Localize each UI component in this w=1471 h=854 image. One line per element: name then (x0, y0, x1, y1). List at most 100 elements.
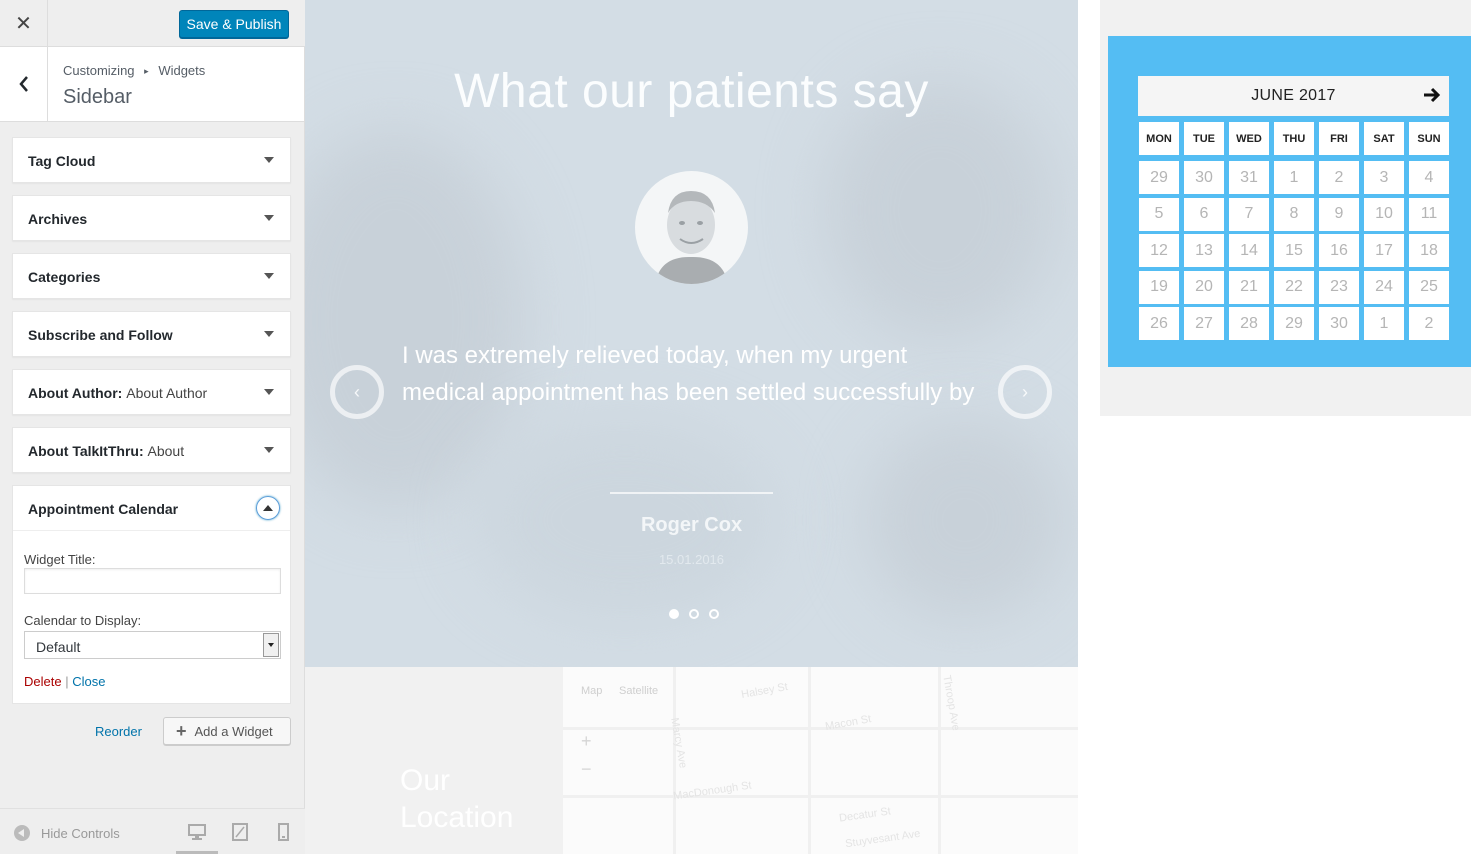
widget-title-label: Widget Title: (24, 552, 96, 567)
expand-arrow-icon[interactable] (264, 215, 274, 221)
slider-dot[interactable] (689, 609, 699, 619)
chevron-down-icon (263, 633, 279, 657)
calendar-day[interactable]: 1 (1274, 161, 1314, 194)
widget-title: Appointment Calendar (28, 501, 179, 517)
location-panel: Our Location (305, 667, 563, 854)
calendar-day[interactable]: 2 (1409, 307, 1449, 341)
testimonials-title: What our patients say (454, 65, 929, 118)
widget-header[interactable]: Appointment Calendar (13, 486, 290, 531)
calendar-day[interactable]: 7 (1229, 197, 1269, 231)
back-button[interactable] (0, 47, 48, 121)
calendar-display-select[interactable]: Default (24, 631, 281, 659)
testimonial-quote: I was extremely relieved today, when my … (402, 342, 975, 406)
zoom-out-button[interactable]: − (581, 759, 592, 780)
calendar-weekday: TUE (1184, 122, 1224, 155)
calendar-day[interactable]: 28 (1229, 307, 1269, 341)
add-widget-button[interactable]: + Add a Widget (163, 717, 291, 745)
expand-arrow-icon[interactable] (264, 157, 274, 163)
slider-next-button[interactable]: › (998, 365, 1052, 419)
widget-tag-cloud[interactable]: Tag Cloud (12, 137, 291, 183)
map-street-label: Marcy Ave (668, 716, 689, 770)
calendar-day[interactable]: 22 (1274, 270, 1314, 304)
calendar-day[interactable]: 10 (1364, 197, 1404, 231)
calendar-day[interactable]: 27 (1184, 307, 1224, 341)
widget-subscribe-follow[interactable]: Subscribe and Follow (12, 311, 291, 357)
desktop-preview-icon[interactable] (188, 823, 206, 841)
calendar-day[interactable]: 2 (1319, 161, 1359, 194)
calendar-day[interactable]: 20 (1184, 270, 1224, 304)
calendar-day[interactable]: 31 (1229, 161, 1269, 194)
map-road (563, 795, 1078, 798)
calendar-day[interactable]: 6 (1184, 197, 1224, 231)
slider-dot[interactable] (669, 609, 679, 619)
calendar-day[interactable]: 3 (1364, 161, 1404, 194)
expand-arrow-icon[interactable] (264, 447, 274, 453)
arrow-right-icon[interactable] (1423, 85, 1441, 105)
calendar-month-title: JUNE 2017 (1251, 87, 1336, 104)
calendar-day[interactable]: 1 (1364, 307, 1404, 341)
widget-title-input[interactable] (24, 568, 281, 594)
zoom-in-button[interactable]: + (581, 731, 592, 752)
calendar-day[interactable]: 17 (1364, 234, 1404, 268)
calendar-day[interactable]: 4 (1409, 161, 1449, 194)
calendar-day[interactable]: 29 (1274, 307, 1314, 341)
reorder-link[interactable]: Reorder (95, 724, 142, 739)
calendar-day[interactable]: 30 (1184, 161, 1224, 194)
map-view-tab[interactable]: Map (581, 685, 602, 697)
collapse-widget-toggle[interactable] (256, 496, 280, 520)
calendar-weekday: THU (1274, 122, 1314, 155)
widget-title-text: About TalkItThru: (28, 443, 144, 459)
breadcrumb-parent: Customizing (63, 63, 135, 78)
breadcrumb-separator-icon: ▸ (144, 66, 149, 76)
save-publish-button[interactable]: Save & Publish (179, 10, 289, 38)
calendar-day[interactable]: 5 (1139, 197, 1179, 231)
calendar-day[interactable]: 19 (1139, 270, 1179, 304)
expand-arrow-icon[interactable] (264, 389, 274, 395)
avatar-image (655, 191, 728, 284)
widget-archives[interactable]: Archives (12, 195, 291, 241)
close-customizer-button[interactable]: ✕ (0, 0, 48, 46)
map-street-label: Stuyvesant Ave (844, 827, 922, 851)
satellite-view-tab[interactable]: Satellite (619, 685, 658, 697)
widget-categories[interactable]: Categories (12, 253, 291, 299)
calendar-day[interactable]: 9 (1319, 197, 1359, 231)
widget-title-text: Archives (28, 211, 88, 227)
location-map[interactable]: Halsey St Macon St MacDonough St Throop … (563, 667, 1078, 854)
close-widget-link[interactable]: Close (72, 674, 105, 689)
calendar-weekday: MON (1139, 122, 1179, 155)
slider-dot[interactable] (709, 609, 719, 619)
hide-controls-button[interactable]: Hide Controls (14, 825, 120, 841)
calendar-day[interactable]: 18 (1409, 234, 1449, 268)
calendar-day[interactable]: 29 (1139, 161, 1179, 194)
calendar-day[interactable]: 15 (1274, 234, 1314, 268)
calendar-day[interactable]: 8 (1274, 197, 1314, 231)
calendar-day[interactable]: 13 (1184, 234, 1224, 268)
widget-about-author[interactable]: About Author: About Author (12, 369, 291, 415)
calendar-weekday: SAT (1364, 122, 1404, 155)
widget-instance-text: About Author (126, 385, 208, 401)
chevron-left-icon (18, 76, 28, 92)
mobile-preview-icon[interactable] (274, 823, 292, 841)
widget-about-talkitthru[interactable]: About TalkItThru: About (12, 427, 291, 473)
widget-appointment-calendar: Appointment Calendar Widget Title: Calen… (12, 485, 291, 704)
expand-arrow-icon[interactable] (264, 273, 274, 279)
slider-prev-button[interactable]: ‹ (330, 365, 384, 419)
calendar-day[interactable]: 30 (1319, 307, 1359, 341)
collapse-icon (14, 825, 30, 841)
calendar-day[interactable]: 25 (1409, 270, 1449, 304)
background-blur (825, 80, 1055, 340)
calendar-day[interactable]: 23 (1319, 270, 1359, 304)
customizer-topbar: ✕ Save & Publish (0, 0, 305, 47)
delete-widget-link[interactable]: Delete (24, 674, 62, 689)
calendar-day[interactable]: 16 (1319, 234, 1359, 268)
calendar-day[interactable]: 21 (1229, 270, 1269, 304)
tablet-preview-icon[interactable] (231, 823, 249, 841)
calendar-day[interactable]: 12 (1139, 234, 1179, 268)
map-road (938, 667, 941, 854)
calendar-day[interactable]: 14 (1229, 234, 1269, 268)
expand-arrow-icon[interactable] (264, 331, 274, 337)
calendar-display-value: Default (36, 639, 81, 655)
calendar-day[interactable]: 26 (1139, 307, 1179, 341)
calendar-day[interactable]: 11 (1409, 197, 1449, 231)
calendar-day[interactable]: 24 (1364, 270, 1404, 304)
